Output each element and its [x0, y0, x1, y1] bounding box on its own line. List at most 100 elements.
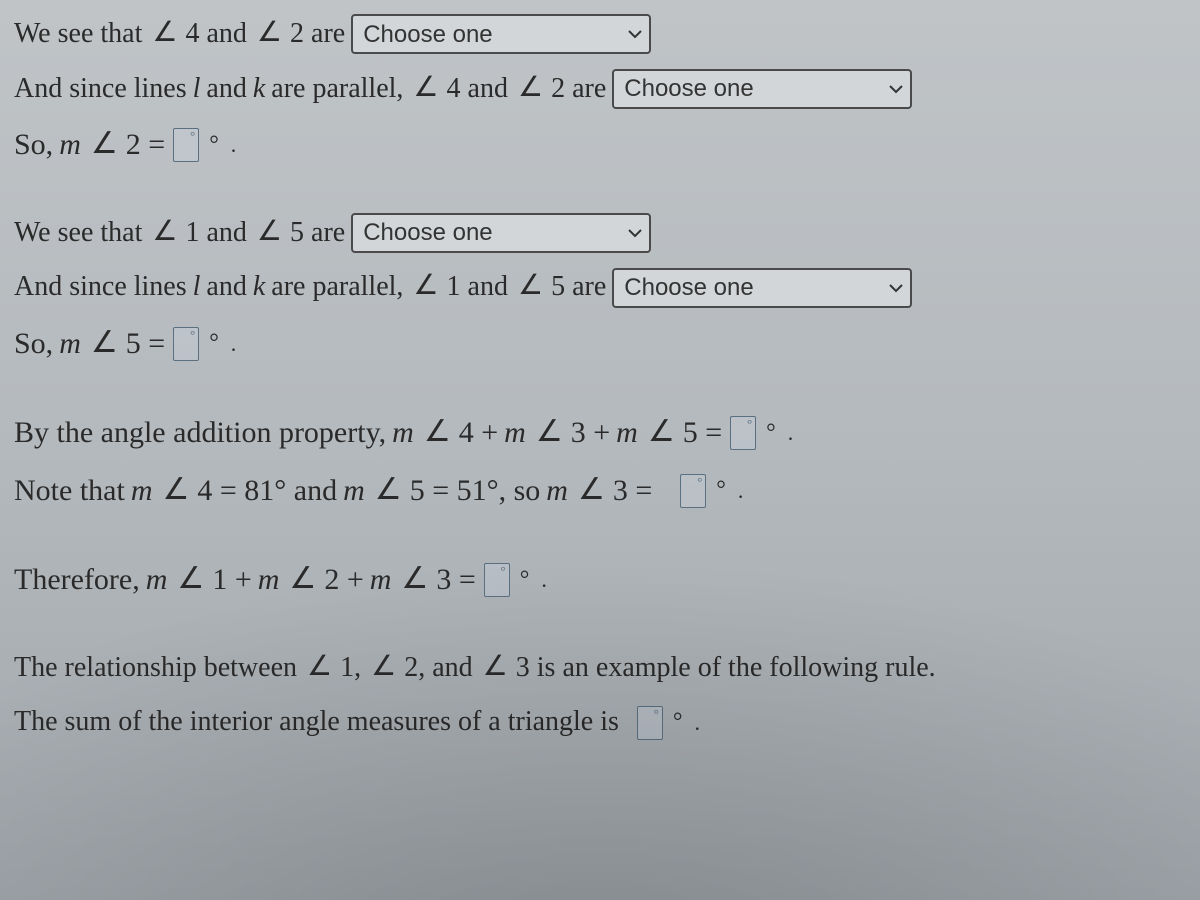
text: The relationship between: [14, 648, 297, 689]
line-b3-2: Note that m ∠ 4 = 81° and m ∠ 5 = 51°, s…: [14, 469, 1186, 513]
text: .: [541, 564, 547, 596]
angle-icon: ∠: [518, 266, 543, 307]
text: 1,: [340, 648, 361, 689]
degree-icon: °: [654, 705, 659, 724]
text: 1 +: [212, 558, 251, 602]
line-b2-2: And since lines l and k are parallel, ∠ …: [14, 267, 1186, 308]
degree-icon: °: [697, 473, 702, 492]
text: are parallel,: [271, 267, 403, 308]
line-b1-2: And since lines l and k are parallel, ∠ …: [14, 69, 1186, 110]
line-b4-1: Therefore, m ∠ 1 + m ∠ 2 + m ∠ 3 = ° ° .: [14, 558, 1186, 602]
line-k: k: [253, 267, 265, 308]
text: Note that: [14, 469, 125, 513]
angle-icon: ∠: [536, 410, 563, 454]
angle-icon: ∠: [578, 468, 605, 512]
angle-icon: ∠: [424, 410, 451, 454]
dropdown-angles-1-5-rel[interactable]: Choose one: [612, 268, 912, 308]
text: 5 =: [683, 411, 722, 455]
degree-icon: °: [673, 705, 683, 740]
input-triangle-sum[interactable]: °: [637, 706, 663, 740]
text: 2 +: [324, 558, 363, 602]
measure-m: m: [616, 411, 638, 455]
degree-icon: °: [747, 415, 752, 434]
angle-icon: ∠: [91, 321, 118, 365]
text: .: [738, 475, 744, 507]
text: We see that: [14, 213, 142, 254]
measure-m: m: [504, 411, 526, 455]
text: 1 and: [447, 267, 508, 308]
text: are parallel,: [271, 69, 403, 110]
degree-icon: °: [190, 127, 195, 146]
angle-icon: ∠: [413, 68, 438, 109]
text: .: [231, 328, 237, 360]
line-l: l: [193, 267, 201, 308]
text: So,: [14, 123, 53, 167]
text: 3 =: [436, 558, 475, 602]
angle-icon: ∠: [162, 468, 189, 512]
measure-m: m: [392, 411, 414, 455]
text: By the angle addition property,: [14, 411, 386, 455]
angle-icon: ∠: [483, 647, 508, 688]
degree-icon: °: [520, 563, 530, 598]
degree-icon: °: [501, 562, 506, 581]
measure-m: m: [131, 469, 153, 513]
angle-icon: ∠: [289, 557, 316, 601]
line-b1-1: We see that ∠ 4 and ∠ 2 are Choose one: [14, 14, 1186, 55]
angle-icon: ∠: [401, 557, 428, 601]
text: 5 are: [290, 213, 345, 254]
angle-icon: ∠: [257, 13, 282, 54]
angle-icon: ∠: [152, 13, 177, 54]
input-m-angle-2[interactable]: °: [173, 128, 199, 162]
dropdown-angles-4-2-rel[interactable]: Choose one: [612, 69, 912, 109]
text: 3 +: [571, 411, 610, 455]
degree-icon: °: [209, 326, 219, 361]
measure-m: m: [146, 558, 168, 602]
degree-icon: °: [190, 326, 195, 345]
input-angle-sum-345[interactable]: °: [730, 416, 756, 450]
line-b2-3: So, m ∠ 5 = ° ° .: [14, 322, 1186, 366]
degree-icon: °: [766, 416, 776, 451]
text: 4 = 81° and: [197, 469, 337, 513]
degree-icon: °: [716, 473, 726, 508]
text: 3 =: [613, 469, 652, 513]
measure-m: m: [370, 558, 392, 602]
dropdown-angles-1-5-type[interactable]: Choose one: [351, 213, 651, 253]
angle-icon: ∠: [152, 212, 177, 253]
text: 2, and: [404, 648, 472, 689]
angle-icon: ∠: [257, 212, 282, 253]
text: And since lines: [14, 267, 187, 308]
angle-icon: ∠: [518, 68, 543, 109]
text: and: [206, 267, 246, 308]
angle-icon: ∠: [648, 410, 675, 454]
text: .: [695, 707, 701, 739]
measure-m: m: [59, 123, 81, 167]
text: .: [788, 417, 794, 449]
line-b3-1: By the angle addition property, m ∠ 4 + …: [14, 411, 1186, 455]
text: Therefore,: [14, 558, 140, 602]
text: The sum of the interior angle measures o…: [14, 702, 619, 743]
line-b5-2: The sum of the interior angle measures o…: [14, 702, 1186, 743]
angle-icon: ∠: [307, 647, 332, 688]
text: 5 are: [551, 267, 606, 308]
text: 4 and: [447, 69, 508, 110]
measure-m: m: [343, 469, 365, 513]
input-m-angle-5[interactable]: °: [173, 327, 199, 361]
input-angle-sum-123[interactable]: °: [484, 563, 510, 597]
angle-icon: ∠: [177, 557, 204, 601]
angle-icon: ∠: [371, 647, 396, 688]
measure-m: m: [59, 322, 81, 366]
dropdown-angles-4-2-type[interactable]: Choose one: [351, 14, 651, 54]
text: 5 =: [126, 322, 165, 366]
text: 2 are: [290, 14, 345, 55]
line-l: l: [193, 69, 201, 110]
angle-icon: ∠: [91, 122, 118, 166]
text: 5 = 51°, so: [410, 469, 541, 513]
text: .: [231, 129, 237, 161]
input-m-angle-3[interactable]: °: [680, 474, 706, 508]
text: 2 are: [551, 69, 606, 110]
text: And since lines: [14, 69, 187, 110]
line-b2-1: We see that ∠ 1 and ∠ 5 are Choose one: [14, 213, 1186, 254]
text: So,: [14, 322, 53, 366]
line-k: k: [253, 69, 265, 110]
line-b1-3: So, m ∠ 2 = ° ° .: [14, 123, 1186, 167]
